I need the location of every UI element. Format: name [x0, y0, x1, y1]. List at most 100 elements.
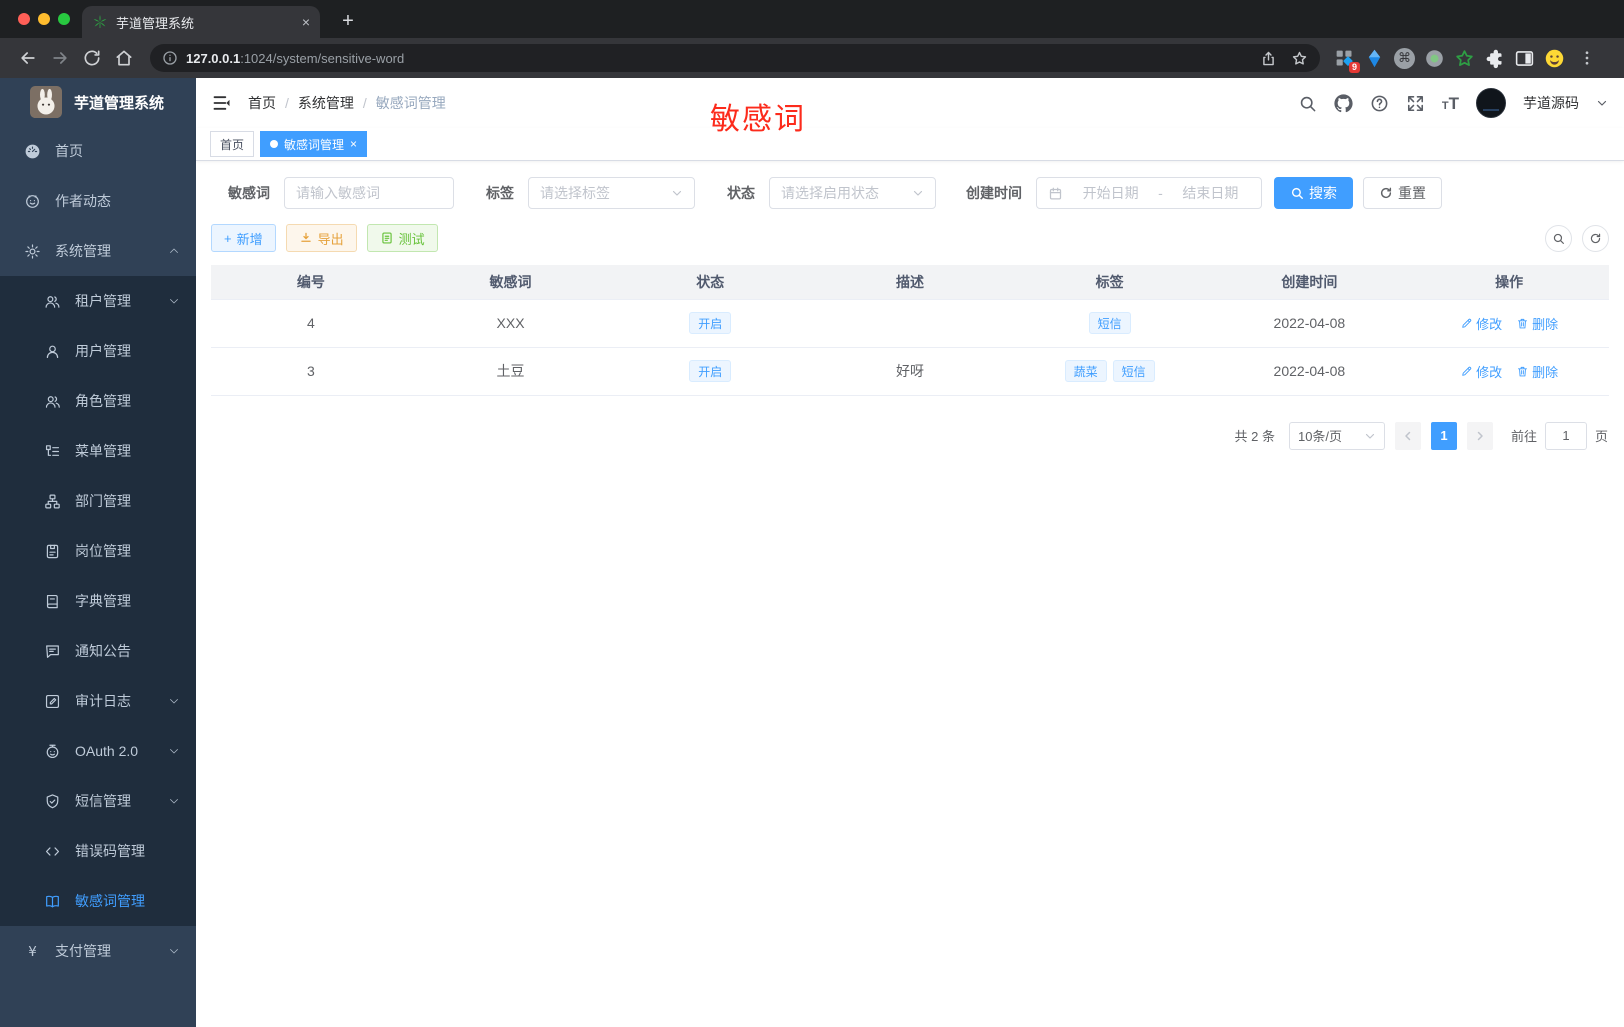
pagination-total: 共 2 条	[1234, 429, 1275, 444]
sidebar-item-tenant[interactable]: 租户管理	[0, 276, 196, 326]
sidebar-item-sensitive-word[interactable]: 敏感词管理	[0, 876, 196, 926]
sidebar-item-label: 通知公告	[75, 643, 131, 659]
chevron-down-icon	[1364, 430, 1376, 442]
extension-command-icon[interactable]: ⌘	[1394, 47, 1415, 69]
forward-icon[interactable]	[50, 48, 70, 68]
next-page-button[interactable]	[1466, 421, 1493, 450]
svg-text:¥: ¥	[28, 944, 37, 959]
tag-view-tab[interactable]: 首页	[210, 131, 255, 157]
sidebar-item-system[interactable]: 系统管理	[0, 226, 196, 276]
sidebar-item-audit-log[interactable]: 审计日志	[0, 676, 196, 726]
font-size-icon[interactable]: TT	[1442, 95, 1459, 112]
sidebar-item-label: 首页	[55, 143, 83, 159]
extensions-puzzle-icon[interactable]	[1484, 48, 1505, 69]
close-icon[interactable]: ×	[350, 138, 357, 150]
add-button[interactable]: + 新增	[211, 224, 276, 252]
share-icon[interactable]	[1260, 50, 1277, 67]
sidebar-item-dict[interactable]: 字典管理	[0, 576, 196, 626]
extension-kite-icon[interactable]	[1364, 48, 1385, 69]
sidebar-item-menu[interactable]: 菜单管理	[0, 426, 196, 476]
minimize-window-button[interactable]	[38, 13, 50, 25]
side-panel-icon[interactable]	[1514, 48, 1535, 69]
chevron-down-icon[interactable]	[1596, 97, 1608, 109]
date-range-picker[interactable]: 开始日期 - 结束日期	[1036, 177, 1262, 209]
edit-button[interactable]: 修改	[1460, 362, 1502, 381]
sidebar-item-post[interactable]: 岗位管理	[0, 526, 196, 576]
sidebar-item-error-code[interactable]: 错误码管理	[0, 826, 196, 876]
app-header: 首页 / 系统管理 / 敏感词管理 TT 芋道源码	[196, 78, 1624, 128]
page-suffix: 页	[1594, 429, 1608, 444]
sidebar-item-pay[interactable]: ¥ 支付管理	[0, 926, 196, 976]
sidebar-item-label: 短信管理	[75, 793, 131, 809]
delete-button[interactable]: 删除	[1516, 314, 1558, 333]
extension-green-star-icon[interactable]	[1454, 48, 1475, 69]
cell-word: 土豆	[410, 347, 611, 396]
extension-recorder-icon[interactable]	[1424, 48, 1445, 69]
back-icon[interactable]	[18, 48, 38, 68]
sidebar-item-sms[interactable]: 短信管理	[0, 776, 196, 826]
sidebar-item-notice[interactable]: 通知公告	[0, 626, 196, 676]
delete-button[interactable]: 删除	[1516, 362, 1558, 381]
sensitive-word-table: 编号 敏感词 状态 描述 标签 创建时间 操作 4 XXX 开启 短信 2022-04-08 修改 删除…	[211, 265, 1609, 396]
extension-grid-icon[interactable]: 9	[1334, 48, 1360, 73]
sidebar-item-dept[interactable]: 部门管理	[0, 476, 196, 526]
sidebar-item-author-news[interactable]: 作者动态	[0, 176, 196, 226]
edit-button[interactable]: 修改	[1460, 314, 1502, 333]
sidebar-nav: 首页作者动态 系统管理 租户管理 用户管理角色管理菜单管理 部门管理 岗位管理 字典管理通知…	[0, 126, 196, 976]
url-bar[interactable]: 127.0.0.1:1024/system/sensitive-word	[150, 44, 1320, 72]
sidebar-item-label: 审计日志	[75, 693, 131, 709]
sidebar-fold-icon[interactable]	[212, 93, 232, 113]
github-icon[interactable]	[1334, 93, 1353, 113]
help-icon[interactable]	[1370, 94, 1389, 113]
browser-menu-icon[interactable]	[1578, 49, 1596, 67]
close-window-button[interactable]	[18, 13, 30, 25]
status-select[interactable]: 请选择启用状态	[769, 177, 936, 209]
column-header: 操作	[1409, 265, 1609, 299]
prev-page-button[interactable]	[1394, 421, 1421, 450]
refresh-icon	[1379, 186, 1393, 200]
sidebar-item-user[interactable]: 用户管理	[0, 326, 196, 376]
breadcrumb-item[interactable]: 系统管理	[298, 93, 354, 113]
export-button[interactable]: 导出	[285, 224, 357, 252]
search-button[interactable]: 搜索	[1274, 177, 1353, 209]
search-icon[interactable]	[1298, 94, 1317, 113]
document-icon	[380, 231, 394, 245]
zoom-window-button[interactable]	[58, 13, 70, 25]
tag-view-tab[interactable]: 敏感词管理 ×	[260, 131, 368, 157]
new-tab-button[interactable]: +	[334, 7, 362, 35]
filter-bar: 敏感词 标签 请选择标签 状态 请选择启用状态	[211, 177, 1609, 209]
breadcrumb-item: 敏感词管理	[375, 95, 446, 111]
page-number-button[interactable]: 1	[1430, 421, 1457, 450]
tag-badge: 短信	[1088, 312, 1131, 334]
fullscreen-icon[interactable]	[1406, 94, 1425, 113]
breadcrumb-item[interactable]: 首页	[248, 93, 276, 113]
test-button[interactable]: 测试	[366, 224, 438, 252]
sidebar-item-home[interactable]: 首页	[0, 126, 196, 176]
refresh-table-button[interactable]	[1582, 224, 1609, 252]
tab-close-icon[interactable]: ×	[302, 15, 310, 29]
sidebar-item-role[interactable]: 角色管理	[0, 376, 196, 426]
sidebar-item-oauth[interactable]: OAuth 2.0	[0, 726, 196, 776]
column-header: 状态	[610, 265, 811, 299]
bookmark-star-icon[interactable]	[1291, 50, 1308, 67]
app-logo[interactable]: 芋道管理系统	[0, 78, 196, 126]
profile-avatar-icon[interactable]	[1544, 48, 1565, 69]
site-info-icon[interactable]	[162, 50, 178, 66]
toggle-search-button[interactable]	[1545, 224, 1572, 252]
reload-icon[interactable]	[82, 48, 102, 68]
keyword-input[interactable]	[296, 185, 442, 201]
browser-tab[interactable]: 芋道管理系统 ×	[82, 6, 320, 38]
column-header: 标签	[1009, 265, 1210, 299]
tag-select[interactable]: 请选择标签	[528, 177, 695, 209]
goto-page-input[interactable]	[1544, 421, 1587, 450]
sidebar: 芋道管理系统 首页作者动态 系统管理 租户管理 用户管理角色管理菜单管理 部门管理 岗位管…	[0, 78, 196, 1027]
delete-button-label: 删除	[1532, 316, 1559, 332]
download-icon	[299, 231, 313, 245]
user-avatar[interactable]	[1476, 88, 1506, 118]
status-label: 状态	[727, 185, 755, 201]
page-size-select[interactable]: 10条/页	[1288, 421, 1385, 450]
home-icon[interactable]	[114, 48, 134, 68]
sidebar-item-label: 角色管理	[75, 393, 131, 409]
url-text: 127.0.0.1:1024/system/sensitive-word	[186, 51, 1246, 66]
reset-button[interactable]: 重置	[1363, 177, 1442, 209]
